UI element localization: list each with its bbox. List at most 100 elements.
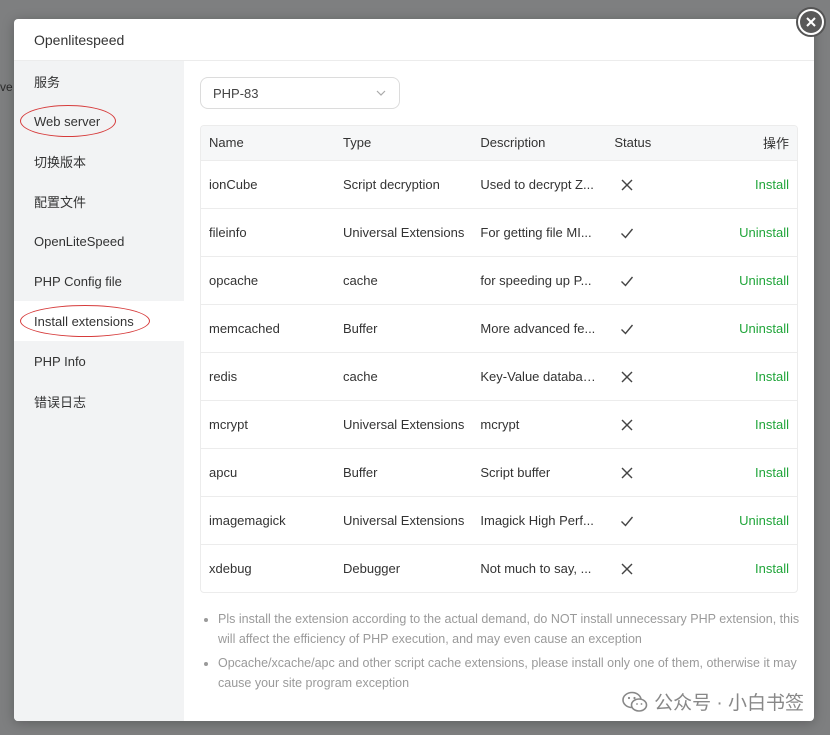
extension-description: Not much to say, ...	[480, 560, 592, 576]
extension-description: Used to decrypt Z...	[480, 176, 594, 192]
install-button[interactable]: Install	[755, 465, 789, 480]
col-type-header: Type	[343, 135, 372, 151]
extension-description: Key-Value databas...	[480, 368, 601, 384]
watermark-text: 公众号 · 小白书签	[654, 693, 804, 714]
uninstall-button[interactable]: Uninstall	[739, 225, 789, 240]
x-icon	[620, 176, 634, 191]
uninstall-button[interactable]: Uninstall	[739, 513, 789, 528]
table-row: fileinfo Universal Extensions For getting …	[201, 208, 797, 256]
extension-description: For getting file MI...	[480, 224, 592, 240]
modal-title: Openlitespeed	[14, 19, 814, 61]
extension-name: redis	[209, 368, 238, 384]
sidebar-item[interactable]: 错误日志	[14, 381, 184, 421]
sidebar-item[interactable]: Install extensions	[14, 301, 184, 341]
extension-name: mcrypt	[209, 416, 248, 432]
extension-type: cache	[343, 272, 378, 288]
extension-name: fileinfo	[209, 224, 247, 240]
table-row: imagemagick Universal Extensions Imagick H…	[201, 496, 797, 544]
extension-name: imagemagick	[209, 512, 286, 528]
col-op-header: 操作	[762, 136, 789, 152]
table-row: opcache cache for speeding up P... Uninstal…	[201, 256, 797, 304]
sidebar-item-label: PHP Info	[34, 353, 86, 369]
close-icon	[800, 11, 822, 33]
extension-name: opcache	[209, 272, 259, 288]
wechat-icon	[622, 691, 648, 712]
extension-type: Buffer	[343, 464, 378, 480]
extension-type: Universal Extensions	[343, 224, 465, 240]
sidebar-item[interactable]: OpenLiteSpeed	[14, 221, 184, 261]
extensions-table: Name Type Description Status 操作 ionCube S…	[200, 125, 798, 593]
install-button[interactable]: Install	[755, 369, 789, 384]
extensions-modal: Openlitespeed 服务 Web server 切换版本配置文件 OpenLi…	[14, 19, 814, 721]
install-button[interactable]: Install	[755, 417, 789, 432]
table-row: mcrypt Universal Extensions mcrypt Install	[201, 400, 797, 448]
notes-list: Pls install the extension according to t…	[200, 609, 800, 693]
install-button[interactable]: Install	[755, 561, 789, 576]
install-button[interactable]: Install	[755, 177, 789, 192]
uninstall-button[interactable]: Uninstall	[739, 273, 789, 288]
sidebar-item-label: 服务	[34, 74, 61, 90]
extension-type: cache	[343, 368, 378, 384]
extension-status	[606, 208, 702, 256]
x-icon	[620, 368, 634, 383]
sidebar-item[interactable]: PHP Config file	[14, 261, 184, 301]
sidebar-item-label: OpenLiteSpeed	[34, 233, 125, 249]
table-row: xdebug Debugger Not much to say, ... Instal…	[201, 544, 797, 592]
col-status-header: Status	[614, 135, 652, 151]
extension-description: mcrypt	[480, 416, 520, 432]
php-version-select[interactable]: PHP-83	[200, 77, 400, 109]
main-content: PHP-83 Name Type Description Status 操作 i…	[184, 61, 814, 721]
note-item: Pls install the extension according to t…	[218, 609, 800, 649]
extension-status	[606, 544, 702, 592]
extension-type: Universal Extensions	[343, 416, 465, 432]
table-row: redis cache Key-Value databas... Install	[201, 352, 797, 400]
extension-description: for speeding up P...	[480, 272, 592, 288]
x-icon	[620, 464, 634, 479]
sidebar-item[interactable]: 切换版本	[14, 141, 184, 181]
sidebar-item-label: 错误日志	[34, 394, 87, 410]
extension-name: ionCube	[209, 176, 258, 192]
php-version-value: PHP-83	[213, 85, 259, 101]
extension-type: Script decryption	[343, 176, 440, 192]
sidebar-item[interactable]: 服务	[14, 61, 184, 101]
extension-name: xdebug	[209, 560, 252, 576]
extension-status	[606, 400, 702, 448]
sidebar-item[interactable]: 配置文件	[14, 181, 184, 221]
sidebar: 服务 Web server 切换版本配置文件 OpenLiteSpeed PHP Con…	[14, 61, 184, 721]
col-name-header: Name	[209, 135, 244, 151]
extension-description: More advanced fe...	[480, 320, 596, 336]
extension-status	[606, 352, 702, 400]
col-description-header: Description	[480, 135, 546, 151]
sidebar-item-label: 切换版本	[34, 154, 87, 170]
close-button[interactable]	[796, 7, 826, 37]
table-row: apcu Buffer Script buffer Install	[201, 448, 797, 496]
sidebar-item[interactable]: Web server	[14, 101, 184, 141]
sidebar-item[interactable]: PHP Info	[14, 341, 184, 381]
check-icon	[620, 224, 634, 239]
sidebar-item-label: PHP Config file	[34, 273, 122, 289]
extension-description: Imagick High Perf...	[480, 512, 594, 528]
extension-status	[606, 256, 702, 304]
x-icon	[620, 416, 634, 431]
table-row: ionCube Script decryption Used to decrypt …	[201, 160, 797, 208]
extension-status	[606, 304, 702, 352]
extension-name: memcached	[209, 320, 280, 336]
extension-type: Universal Extensions	[343, 512, 465, 528]
extension-status	[606, 160, 702, 208]
check-icon	[620, 512, 634, 527]
table-header-row: Name Type Description Status 操作	[201, 126, 797, 160]
extension-name: apcu	[209, 464, 238, 480]
sidebar-item-label: Web server	[34, 113, 101, 129]
backdrop-edge-text: ve	[0, 80, 13, 94]
extension-type: Buffer	[343, 320, 378, 336]
check-icon	[620, 272, 634, 287]
sidebar-item-label: 配置文件	[34, 194, 87, 210]
table-row: memcached Buffer More advanced fe... Uninst…	[201, 304, 797, 352]
x-icon	[620, 560, 634, 575]
watermark: 公众号 · 小白书签	[622, 688, 804, 715]
sidebar-item-label: Install extensions	[34, 313, 134, 329]
uninstall-button[interactable]: Uninstall	[739, 321, 789, 336]
check-icon	[620, 320, 634, 335]
extension-status	[606, 448, 702, 496]
extension-status	[606, 496, 702, 544]
